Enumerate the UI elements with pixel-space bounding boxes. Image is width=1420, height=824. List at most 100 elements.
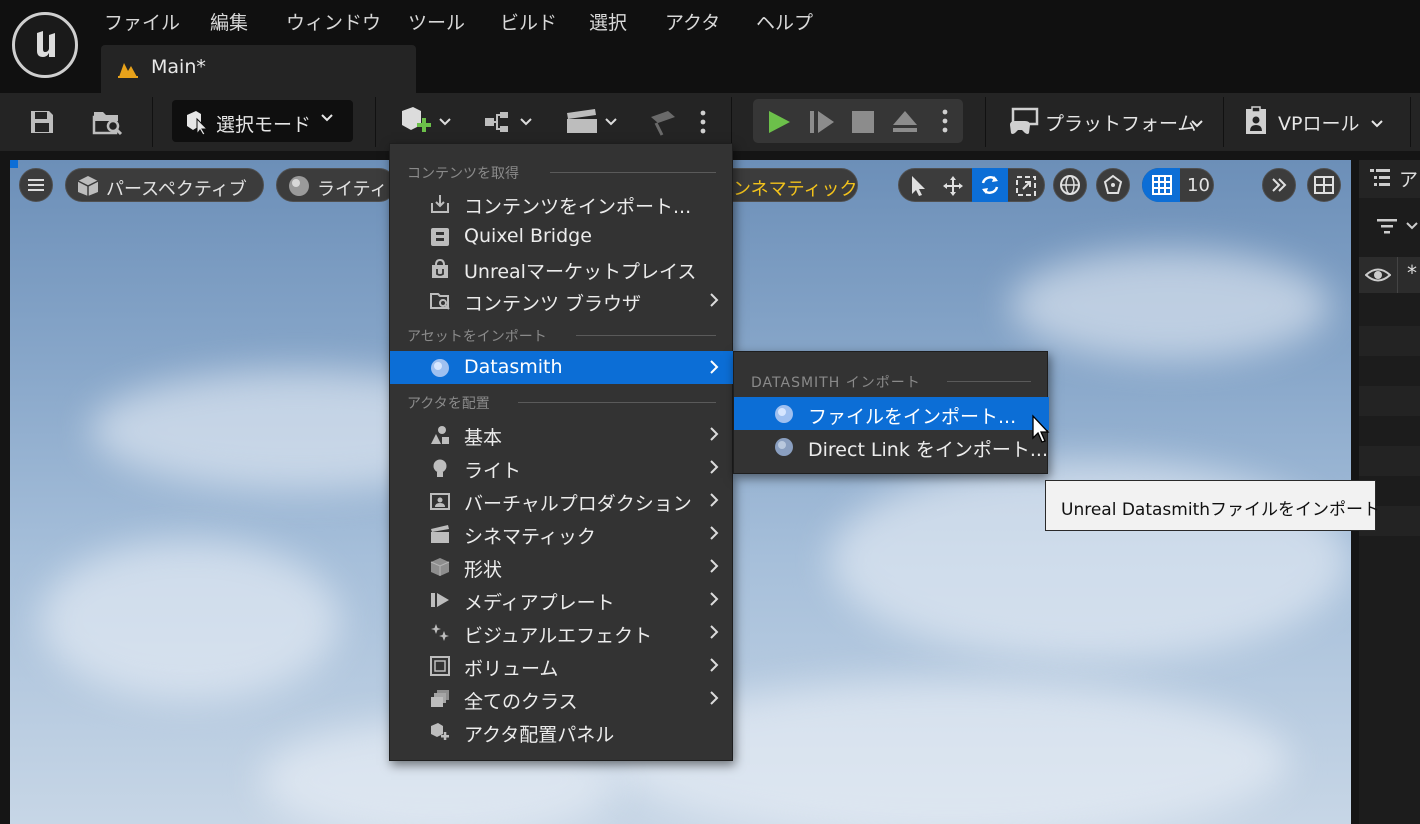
menu-item-label: バーチャルプロダクション (464, 493, 692, 515)
mode-select-button[interactable]: 選択モード (172, 100, 353, 142)
menu-edit[interactable]: 編集 (210, 8, 248, 35)
translate-icon[interactable] (942, 175, 964, 197)
clapperboard-icon (430, 524, 450, 544)
chevron-down-icon (1370, 117, 1384, 131)
menu-build[interactable]: ビルド (500, 8, 557, 35)
menu-tools[interactable]: ツール (408, 8, 465, 35)
lighting-mode-button[interactable]: ライティ (276, 168, 396, 202)
section-place-actor-label: アクタを配置 (407, 396, 490, 412)
browse-folder-icon[interactable] (91, 105, 125, 139)
menu-item-visual-effects[interactable]: ビジュアルエフェクト (390, 616, 734, 649)
basic-shapes-icon (430, 425, 450, 445)
lighting-mode-label: ライティ (317, 179, 388, 200)
menu-file[interactable]: ファイル (104, 8, 180, 35)
blueprint-button[interactable] (483, 105, 539, 139)
chevron-right-icon (708, 591, 720, 607)
menu-item-import-direct-link[interactable]: Direct Link をインポート... (734, 430, 1049, 463)
perspective-label: パースペクティブ (106, 179, 247, 200)
menu-item-marketplace[interactable]: Unrealマーケットプレイス (390, 252, 734, 285)
place-actors-icon (430, 722, 450, 742)
outliner-title: ア (1399, 169, 1419, 191)
menu-item-datasmith[interactable]: Datasmith (390, 351, 734, 384)
cinematics-button[interactable] (565, 105, 621, 139)
menu-help[interactable]: ヘルプ (756, 8, 813, 35)
grid-snap-toggle[interactable] (1142, 168, 1180, 202)
menu-item-label: アクタ配置パネル (464, 724, 615, 746)
section-get-content: コンテンツを取得 (390, 160, 734, 184)
sparkles-icon (430, 623, 450, 643)
menu-item-content-browser[interactable]: コンテンツ ブラウザ (390, 284, 734, 317)
toolbar-separator (375, 97, 376, 147)
toolbar-more-icon[interactable] (688, 105, 718, 139)
outliner-row[interactable] (1359, 446, 1420, 476)
menu-item-import-file[interactable]: ファイルをインポート... (734, 397, 1049, 430)
virtual-production-icon (430, 491, 450, 511)
grid-size-value[interactable]: 10 (1187, 175, 1210, 196)
menu-item-cinematic[interactable]: シネマティック (390, 517, 734, 550)
menu-select[interactable]: 選択 (589, 8, 627, 35)
gamepad-monitor-icon (1008, 107, 1040, 137)
menu-item-import-content[interactable]: コンテンツをインポート... (390, 187, 734, 220)
toolbar-separator (1410, 97, 1411, 147)
outliner-tab[interactable]: ア (1359, 160, 1420, 198)
menu-item-label: Datasmith (464, 356, 563, 378)
volume-icon (430, 656, 450, 676)
filter-icon[interactable] (1377, 216, 1419, 236)
mouse-cursor-icon (1031, 414, 1051, 444)
menu-item-volumes[interactable]: ボリューム (390, 649, 734, 682)
menu-item-label: Direct Link をインポート... (808, 439, 1048, 461)
menu-item-virtual-production[interactable]: バーチャルプロダクション (390, 484, 734, 517)
outliner-column-header: * (1359, 257, 1420, 293)
unreal-logo-icon[interactable] (12, 12, 78, 78)
rotate-tool-active[interactable] (972, 168, 1008, 202)
outliner-row[interactable] (1359, 326, 1420, 356)
menu-window[interactable]: ウィンドウ (286, 8, 381, 35)
import-icon (430, 194, 450, 214)
chevron-right-icon (708, 292, 720, 308)
advance-frame-icon[interactable] (808, 109, 836, 135)
menu-item-label: コンテンツ ブラウザ (464, 293, 642, 315)
select-cursor-icon[interactable] (908, 175, 928, 197)
outliner-row[interactable] (1359, 386, 1420, 416)
section-datasmith-import-label: DATASMITH インポート (751, 375, 921, 391)
vp-role-button[interactable]: VPロール (1244, 105, 1389, 139)
menu-item-label: 基本 (464, 427, 503, 449)
eject-icon[interactable] (891, 109, 919, 135)
world-local-icon[interactable] (1053, 168, 1087, 202)
menu-item-basic[interactable]: 基本 (390, 418, 734, 451)
menu-item-label: 全てのクラス (464, 691, 578, 713)
viewport-options-button[interactable] (19, 168, 53, 202)
menu-item-lights[interactable]: ライト (390, 451, 734, 484)
datasmith-submenu: DATASMITH インポート ファイルをインポート... Direct Lin… (733, 351, 1049, 474)
add-content-button[interactable] (398, 105, 458, 139)
menu-actor[interactable]: アクタ (665, 8, 720, 35)
chevron-right-icon (708, 492, 720, 508)
save-icon[interactable] (25, 105, 59, 139)
viewport-layout-icon[interactable] (1307, 168, 1341, 202)
menu-item-all-classes[interactable]: 全てのクラス (390, 682, 734, 715)
play-options-icon[interactable] (942, 109, 948, 133)
section-import-asset-label: アセットをインポート (407, 329, 547, 345)
play-icon[interactable] (766, 109, 792, 135)
chevron-right-icon (708, 624, 720, 640)
modeling-tools-icon[interactable] (646, 105, 680, 139)
visibility-eye-icon[interactable] (1365, 266, 1391, 284)
scale-icon[interactable] (1015, 175, 1037, 197)
chevron-right-icon (708, 657, 720, 673)
perspective-button[interactable]: パースペクティブ (65, 168, 264, 202)
level-tab-label: Main* (151, 56, 206, 78)
expand-toolbar-icon[interactable] (1262, 168, 1296, 202)
stop-icon[interactable] (851, 110, 875, 134)
level-tab-main[interactable]: Main* (101, 45, 416, 93)
menu-item-shapes[interactable]: 形状 (390, 550, 734, 583)
menu-item-quixel-bridge[interactable]: Quixel Bridge (390, 220, 734, 253)
outliner-star-column: * (1407, 261, 1417, 285)
toolbar-separator (985, 97, 986, 147)
grid-icon (1151, 174, 1173, 196)
platforms-button[interactable]: プラットフォーム (1008, 105, 1208, 139)
surface-snap-icon[interactable] (1096, 168, 1130, 202)
chevron-right-icon (708, 426, 720, 442)
menu-item-media-plate[interactable]: メディアプレート (390, 583, 734, 616)
menu-item-label: コンテンツをインポート... (464, 196, 692, 218)
menu-item-place-actors-panel[interactable]: アクタ配置パネル (390, 715, 734, 748)
